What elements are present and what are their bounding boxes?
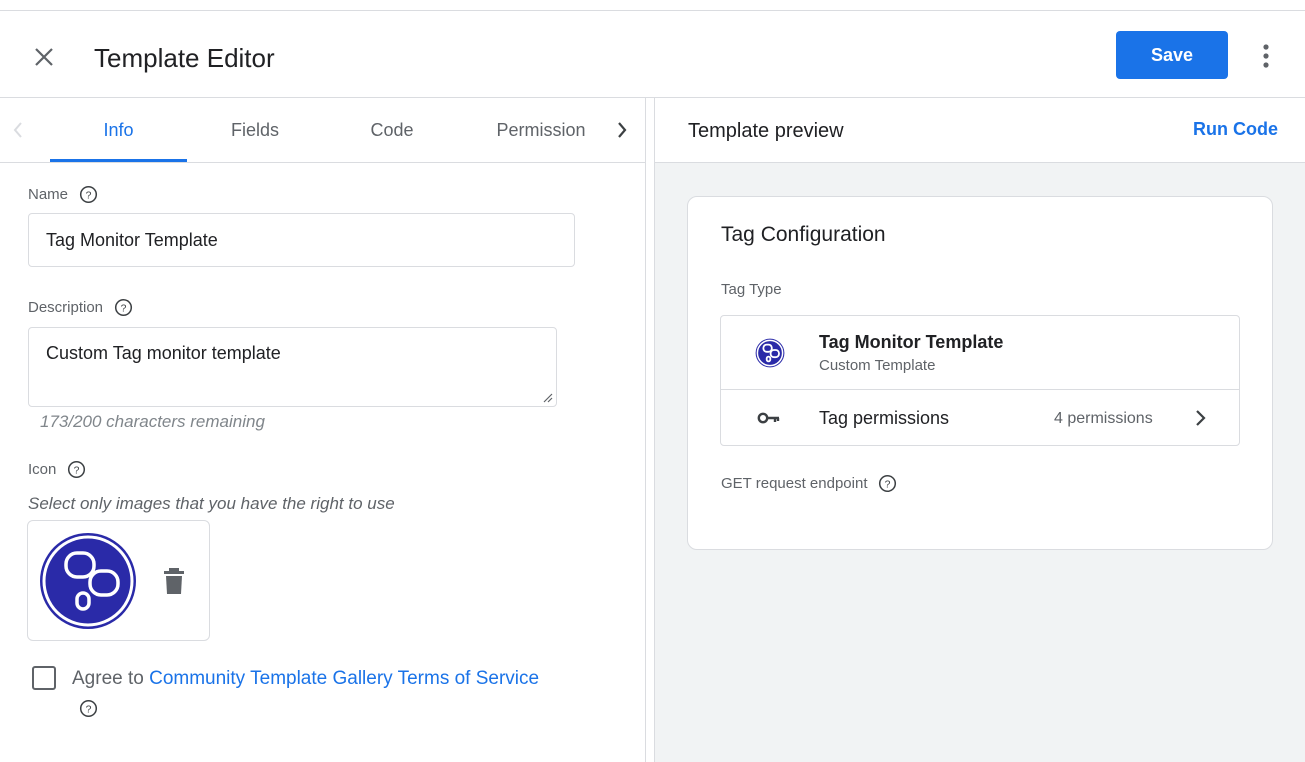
description-label: Description <box>28 298 104 316</box>
svg-text:?: ? <box>73 465 79 476</box>
icon-label: Icon <box>28 460 57 478</box>
template-logo-icon <box>755 338 785 368</box>
tab-info[interactable]: Info <box>50 98 187 162</box>
preview-header: Template preview Run Code <box>655 98 1305 163</box>
character-counter: 173/200 characters remaining <box>40 412 265 431</box>
tag-permissions-row[interactable]: Tag permissions 4 permissions <box>721 390 1239 445</box>
active-tab-indicator <box>50 159 187 162</box>
name-label-row: Name ? <box>28 184 98 204</box>
permissions-count: 4 permissions <box>1054 410 1153 427</box>
card-title: Tag Configuration <box>721 223 886 246</box>
page-title: Template Editor <box>94 43 275 73</box>
tag-configuration-card: Tag Configuration Tag Type Tag Monitor T… <box>687 196 1273 550</box>
description-textarea[interactable]: Custom Tag monitor template <box>28 327 557 407</box>
run-code-button[interactable]: Run Code <box>1193 119 1278 140</box>
resize-handle-icon[interactable] <box>541 391 553 403</box>
save-button[interactable]: Save <box>1116 31 1228 79</box>
more-options-button[interactable] <box>1252 41 1280 71</box>
svg-text:?: ? <box>85 704 91 715</box>
svg-text:?: ? <box>85 190 91 201</box>
svg-text:?: ? <box>120 303 126 314</box>
name-label: Name <box>28 185 69 203</box>
more-vert-icon <box>1263 44 1269 68</box>
endpoint-label-row: GET request endpoint ? <box>721 473 897 493</box>
chevron-right-icon <box>618 122 627 138</box>
tab-fields[interactable]: Fields <box>200 98 310 162</box>
template-preview-panel: Template preview Run Code Tag Configurat… <box>655 98 1305 762</box>
chevron-right-icon <box>1196 410 1206 426</box>
description-help-icon[interactable]: ? <box>113 297 133 317</box>
key-icon <box>757 412 780 424</box>
svg-text:?: ? <box>885 479 891 490</box>
terms-link[interactable]: Community Template Gallery Terms of Serv… <box>149 668 539 689</box>
tag-type-subtitle: Custom Template <box>819 357 936 374</box>
tab-permission[interactable]: Permission <box>478 98 604 162</box>
tab-scroll-left-button[interactable] <box>6 116 30 144</box>
terms-text: Agree to Community Template Gallery Term… <box>72 668 539 690</box>
close-button[interactable] <box>28 41 60 73</box>
icon-hint: Select only images that you have the rig… <box>28 494 395 513</box>
name-help-icon[interactable]: ? <box>78 184 98 204</box>
tag-type-label: Tag Type <box>721 281 782 298</box>
tag-permissions-label: Tag permissions <box>819 408 950 428</box>
tag-type-row[interactable]: Tag Monitor Template Custom Template <box>721 316 1239 390</box>
icon-help-icon[interactable]: ? <box>66 459 86 479</box>
description-label-row: Description ? <box>28 297 133 317</box>
template-logo-icon <box>40 533 136 629</box>
preview-title: Template preview <box>688 120 844 142</box>
icon-label-row: Icon ? <box>28 459 86 479</box>
terms-help-icon[interactable]: ? <box>78 698 98 718</box>
name-input[interactable] <box>28 213 575 267</box>
editor-header: Template Editor Save <box>0 11 1305 98</box>
icon-upload-box[interactable] <box>27 520 210 641</box>
close-icon <box>35 48 53 66</box>
editor-left-panel: Info Fields Code Permission Name ? Descr… <box>0 98 646 762</box>
panel-divider[interactable] <box>645 98 646 762</box>
terms-checkbox[interactable] <box>32 666 56 690</box>
endpoint-label: GET request endpoint <box>721 474 868 492</box>
terms-prefix: Agree to <box>72 668 144 689</box>
tab-scroll-right-button[interactable] <box>610 116 634 144</box>
endpoint-help-icon[interactable]: ? <box>877 473 897 493</box>
tab-code[interactable]: Code <box>337 98 447 162</box>
trash-icon[interactable] <box>164 566 188 596</box>
tab-bar: Info Fields Code Permission <box>0 98 646 163</box>
tag-type-name: Tag Monitor Template <box>819 332 1004 352</box>
chevron-left-icon <box>13 122 22 138</box>
tag-type-box: Tag Monitor Template Custom Template Tag… <box>720 315 1240 446</box>
terms-agreement-row: Agree to Community Template Gallery Term… <box>32 666 539 690</box>
